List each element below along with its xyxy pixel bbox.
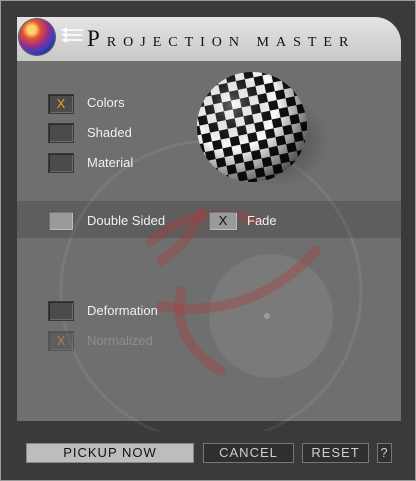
double-sided-label: Double Sided [87, 213, 166, 228]
colors-checkbox[interactable]: X [48, 94, 74, 114]
projection-master-window: Projection Master [0, 0, 416, 481]
shaded-checkbox[interactable] [48, 123, 74, 143]
shaded-label: Shaded [87, 125, 132, 140]
double-sided-checkbox[interactable] [48, 211, 74, 231]
checkered-sphere-icon [197, 72, 327, 186]
reset-button[interactable]: RESET [302, 443, 369, 463]
colors-label: Colors [87, 95, 125, 110]
deformation-label: Deformation [87, 303, 158, 318]
help-button[interactable]: ? [377, 443, 392, 463]
normalized-label: Normalized [87, 333, 153, 348]
window-title: Projection Master [87, 26, 356, 51]
cancel-button[interactable]: CANCEL [203, 443, 294, 463]
arrows-icon [61, 27, 83, 43]
pickup-now-button[interactable]: PICKUP NOW [26, 443, 194, 463]
material-label: Material [87, 155, 134, 170]
fade-label: Fade [247, 213, 277, 228]
normalized-checkbox[interactable]: X [48, 331, 74, 351]
fade-checkbox[interactable]: X [208, 211, 238, 231]
deformation-checkbox[interactable] [48, 301, 74, 321]
sphere-logo-icon [19, 19, 55, 55]
material-checkbox[interactable] [48, 153, 74, 173]
button-bar: PICKUP NOW CANCEL RESET ? [17, 437, 401, 467]
